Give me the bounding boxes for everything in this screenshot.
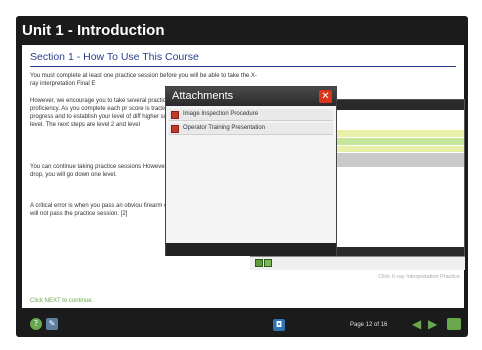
page-indicator: Page 12 of 16: [350, 322, 388, 328]
next-hint: Click NEXT to continue.: [30, 298, 94, 304]
attachment-icon[interactable]: ◘: [273, 319, 285, 331]
back-arrow-icon[interactable]: ◀: [412, 318, 421, 330]
highlight-row-gray: [336, 153, 464, 167]
bottom-toolbar: ? ✎ ◘ Page 12 of 16 ◀ ▶: [22, 314, 464, 334]
attachment-item-image-inspection[interactable]: Image Inspection Procedure: [169, 109, 333, 121]
section-divider: [30, 66, 456, 67]
highlight-row-yellow: [336, 130, 464, 137]
exit-icon[interactable]: [447, 318, 461, 330]
next-arrow-icon[interactable]: ▶: [428, 318, 437, 330]
practice-pane: [336, 110, 464, 247]
practice-caption: Click X-ray Interpretation Practice: [378, 274, 460, 280]
unit-title: Unit 1 - Introduction: [22, 22, 165, 39]
dialog-header: Attachments ✕: [166, 87, 336, 106]
attachment-item-operator-training[interactable]: Operator Training Presentation: [169, 123, 333, 135]
attachments-dialog: Attachments ✕ Image Inspection Procedure…: [165, 86, 337, 256]
help-icon[interactable]: ?: [30, 318, 42, 330]
highlight-row-green: [336, 138, 464, 145]
play-button[interactable]: [255, 259, 263, 267]
section-title: Section 1 - How To Use This Course: [30, 51, 199, 63]
edit-icon[interactable]: ✎: [46, 318, 58, 330]
attachment-label: Image Inspection Procedure: [183, 111, 259, 117]
forward-button[interactable]: [264, 259, 272, 267]
practice-window-controls: [250, 256, 465, 270]
dialog-footer: [166, 243, 336, 256]
attachment-label: Operator Training Presentation: [183, 125, 266, 131]
dialog-title: Attachments: [172, 90, 234, 102]
highlight-row-yellow-2: [336, 146, 464, 152]
close-icon[interactable]: ✕: [319, 90, 332, 103]
pdf-icon: [171, 111, 179, 119]
pdf-icon: [171, 125, 179, 133]
